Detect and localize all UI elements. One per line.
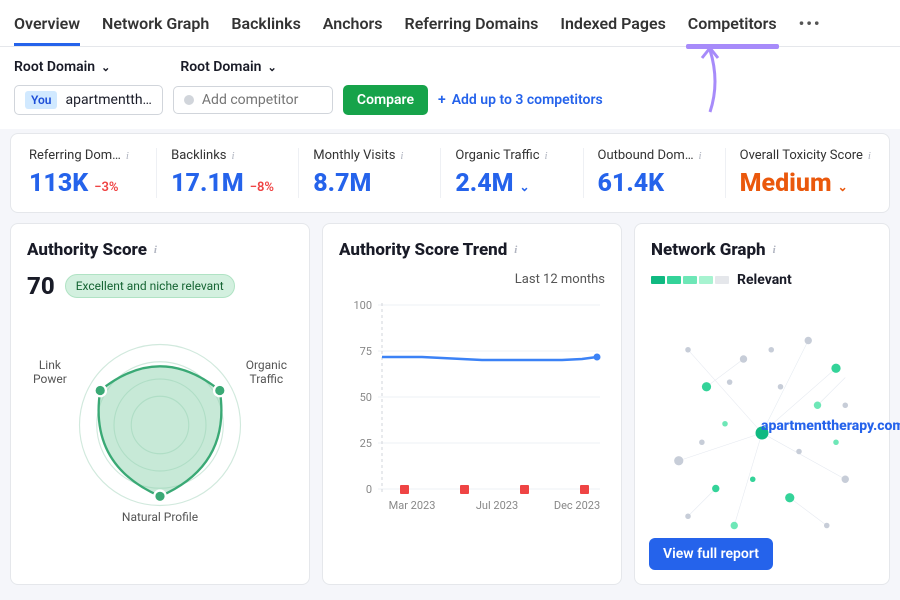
chevron-down-icon: ⌄ <box>520 180 530 194</box>
tab-competitors[interactable]: Competitors <box>688 10 777 46</box>
info-icon[interactable]: i <box>699 150 702 162</box>
metric-outbound-domains: Outbound Dom…i 61.4K <box>584 148 726 198</box>
authority-radar-chart: LinkPower OrganicTraffic Natural Profile <box>27 310 293 540</box>
card-authority-score: Authority Scorei 70 Excellent and niche … <box>10 223 310 585</box>
metric-monthly-visits: Monthly Visitsi 8.7M <box>299 148 441 198</box>
chevron-down-icon: ⌄ <box>838 180 848 194</box>
dot-icon <box>184 95 194 105</box>
info-icon[interactable]: i <box>773 244 776 256</box>
trend-period-label: Last 12 months <box>339 272 605 287</box>
trend-line-chart: 100 75 50 25 0 Mar 2023 Jul 2023 Dec 202… <box>339 293 605 523</box>
info-icon[interactable]: i <box>126 150 129 162</box>
chevron-down-icon: ⌄ <box>101 61 110 74</box>
authority-score-value: 70 <box>27 272 55 300</box>
network-domain-label: apartmenttherapy.com <box>761 418 900 434</box>
scope-controls: Root Domain⌄ Root Domain⌄ You apartmentt… <box>0 47 900 129</box>
svg-text:0: 0 <box>366 483 372 496</box>
radar-label-natural-profile: Natural Profile <box>27 510 293 524</box>
cards-row: Authority Scorei 70 Excellent and niche … <box>0 223 900 585</box>
compare-button[interactable]: Compare <box>343 85 428 115</box>
add-competitor-input[interactable] <box>173 86 333 114</box>
info-icon[interactable]: i <box>154 244 157 256</box>
metric-backlinks: Backlinksi 17.1M−8% <box>157 148 299 198</box>
metric-toxicity[interactable]: Overall Toxicity Scorei Medium⌄ <box>726 148 885 198</box>
network-graph-viz[interactable]: apartmenttherapy.com <box>651 298 873 568</box>
add-more-competitors-link[interactable]: + Add up to 3 competitors <box>438 92 603 108</box>
chevron-down-icon: ⌄ <box>267 61 276 74</box>
tab-referring-domains[interactable]: Referring Domains <box>405 10 539 46</box>
info-icon[interactable]: i <box>400 150 403 162</box>
svg-text:50: 50 <box>360 391 372 404</box>
plus-icon: + <box>438 92 446 108</box>
card-authority-trend: Authority Score Trendi Last 12 months 10… <box>322 223 622 585</box>
svg-text:Mar 2023: Mar 2023 <box>389 499 436 512</box>
radar-label-link-power: LinkPower <box>33 358 67 387</box>
tab-backlinks[interactable]: Backlinks <box>231 10 300 46</box>
authority-score-pill: Excellent and niche relevant <box>65 274 235 298</box>
network-legend: Relevant <box>651 272 873 288</box>
svg-text:Jul 2023: Jul 2023 <box>476 499 518 512</box>
tab-anchors[interactable]: Anchors <box>323 10 383 46</box>
view-full-report-button[interactable]: View full report <box>649 538 773 570</box>
domain-chip-label: apartmentth… <box>65 92 151 108</box>
svg-text:75: 75 <box>360 345 372 358</box>
radar-label-organic-traffic: OrganicTraffic <box>246 358 287 387</box>
competitor-field[interactable] <box>202 92 322 108</box>
tab-network-graph[interactable]: Network Graph <box>102 10 209 46</box>
tab-more[interactable]: ••• <box>799 10 822 46</box>
svg-text:100: 100 <box>353 299 372 312</box>
scope-dropdown-1[interactable]: Root Domain⌄ <box>14 59 110 75</box>
info-icon[interactable]: i <box>514 244 517 256</box>
info-icon[interactable]: i <box>868 150 871 162</box>
svg-text:25: 25 <box>360 437 372 450</box>
top-tabs: Overview Network Graph Backlinks Anchors… <box>0 0 900 47</box>
metric-referring-domains: Referring Dom…i 113K−3% <box>15 148 157 198</box>
metric-organic-traffic[interactable]: Organic Traffici 2.4M⌄ <box>441 148 583 198</box>
card-network-graph: Network Graphi Relevant <box>634 223 890 585</box>
info-icon[interactable]: i <box>545 150 548 162</box>
tab-overview[interactable]: Overview <box>14 10 80 46</box>
scope-dropdown-2[interactable]: Root Domain⌄ <box>180 59 276 75</box>
metrics-strip: Referring Dom…i 113K−3% Backlinksi 17.1M… <box>10 133 890 213</box>
info-icon[interactable]: i <box>232 150 235 162</box>
tab-indexed-pages[interactable]: Indexed Pages <box>560 10 665 46</box>
domain-chip-you[interactable]: You apartmentth… <box>14 85 163 115</box>
you-badge: You <box>25 91 57 109</box>
svg-text:Dec 2023: Dec 2023 <box>554 499 600 512</box>
